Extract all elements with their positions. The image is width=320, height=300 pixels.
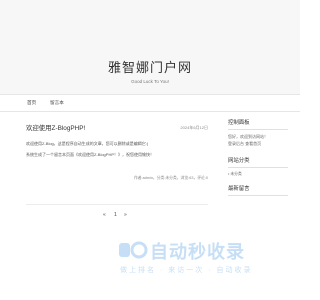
welcome-text: 您好，欢迎到访网站！ — [228, 134, 268, 139]
pagination: « 1 » — [100, 212, 140, 220]
category-item[interactable]: • 未分类 — [228, 171, 288, 178]
post-card: 欢迎使用Z-BlogPHP! 2024年6月12日 欢迎使用Z-Blog，这是程… — [26, 118, 208, 204]
site-tagline: Good Luck To You! — [131, 79, 169, 84]
pager-page-1[interactable]: 1 — [114, 212, 117, 218]
pager-prev[interactable]: « — [103, 212, 106, 218]
site-header: 雅智娜门户网 Good Luck To You! — [0, 0, 300, 94]
watermark: 自动秒收录 做上排名 · 来访一次 · 自动收录 — [0, 228, 300, 288]
control-panel-block: 控制面板 您好，欢迎到访网站！ 登录后台 查看首页 — [228, 118, 288, 147]
post-paragraph: 欢迎使用Z-Blog，这是程序自动生成的文章，您可以删除或是编辑它:) — [26, 141, 149, 146]
divider — [26, 204, 208, 205]
site-title[interactable]: 雅智娜门户网 — [0, 57, 300, 76]
watermark-sub: 做上排名 · 来访一次 · 自动收录 — [120, 267, 253, 274]
post-date: 2024年6月12日 — [180, 125, 208, 130]
watermark-brand: 自动秒收录 — [150, 242, 245, 262]
login-links[interactable]: 登录后台 查看首页 — [228, 140, 288, 147]
post-body: 欢迎使用Z-Blog，这是程序自动生成的文章，您可以删除或是编辑它:) 系统生成… — [26, 140, 208, 162]
pager-next[interactable]: » — [124, 212, 127, 218]
post-paragraph: 系统生成了一个留言本页面《欢迎使用Z-BlogPHP！》，祝您使用愉快！ — [26, 152, 155, 157]
nav-item-guestbook[interactable]: 留言本 — [50, 100, 64, 106]
categories-block: 网站分类 • 未分类 — [228, 156, 288, 178]
post-meta: 作者:admin，分类:未分类，浏览:63，评论:0 — [133, 176, 208, 180]
category-label: 未分类 — [230, 172, 242, 176]
brand-logo-icon — [119, 241, 148, 259]
main-nav: 首页 留言本 — [0, 94, 300, 112]
nav-item-home[interactable]: 首页 — [27, 100, 36, 106]
categories-title: 网站分类 — [228, 156, 288, 168]
latest-comments-block: 最新留言 — [228, 184, 288, 199]
post-title[interactable]: 欢迎使用Z-BlogPHP! — [26, 123, 85, 132]
latest-comments-title: 最新留言 — [228, 184, 288, 196]
control-panel-title: 控制面板 — [228, 118, 288, 130]
